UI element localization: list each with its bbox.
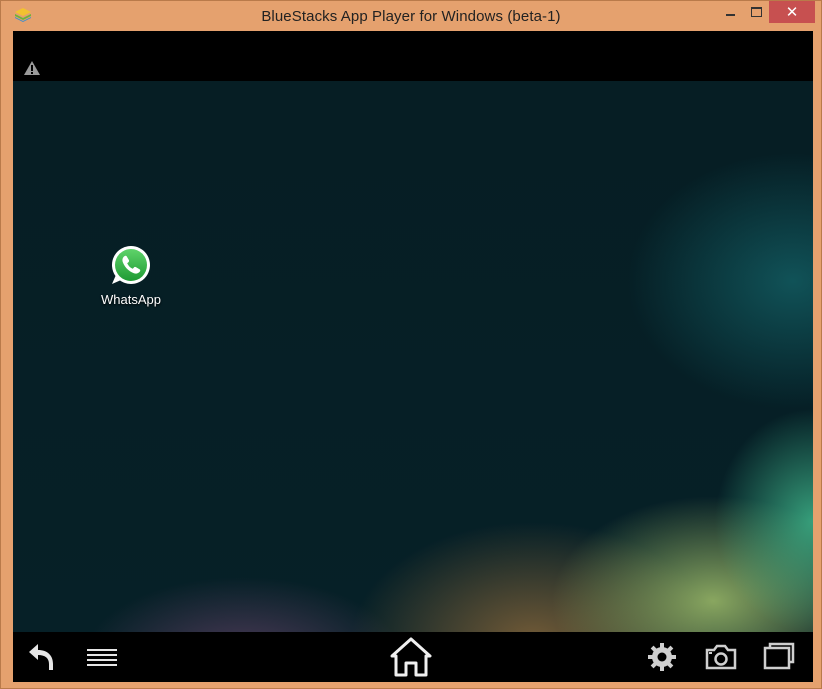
window-title: BlueStacks App Player for Windows (beta-…: [261, 8, 561, 25]
menu-icon: [87, 649, 117, 666]
minimize-button[interactable]: [717, 1, 743, 23]
minimize-icon: [725, 14, 735, 16]
menu-button[interactable]: [85, 645, 119, 671]
warning-icon[interactable]: [23, 60, 41, 76]
home-button[interactable]: [389, 636, 433, 678]
back-icon: [29, 644, 53, 670]
back-button[interactable]: [25, 639, 57, 673]
close-button[interactable]: ✕: [769, 1, 815, 23]
settings-icon: [648, 643, 676, 671]
home-icon: [390, 637, 432, 677]
camera-icon: [705, 644, 737, 670]
navigation-bar: [13, 632, 813, 682]
bluestacks-window: BlueStacks App Player for Windows (beta-…: [0, 0, 822, 689]
fullscreen-icon: [763, 642, 795, 670]
android-screen: WhatsApp: [13, 31, 813, 682]
maximize-icon: [750, 7, 762, 17]
home-screen: WhatsApp: [13, 81, 813, 632]
status-bar: [13, 31, 813, 81]
fullscreen-button[interactable]: [761, 640, 797, 672]
maximize-button[interactable]: [743, 1, 769, 23]
app-shortcut-whatsapp[interactable]: WhatsApp: [95, 243, 167, 307]
screenshot-button[interactable]: [703, 642, 739, 672]
settings-button[interactable]: [646, 640, 678, 674]
app-label: WhatsApp: [101, 292, 161, 307]
title-bar[interactable]: BlueStacks App Player for Windows (beta-…: [1, 1, 821, 31]
whatsapp-icon: [111, 246, 150, 284]
